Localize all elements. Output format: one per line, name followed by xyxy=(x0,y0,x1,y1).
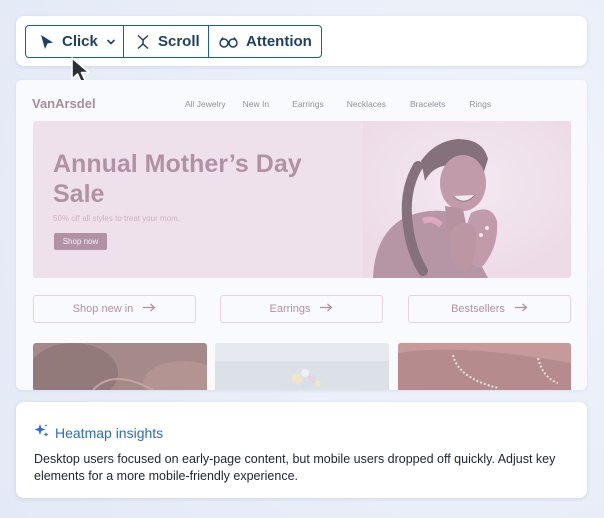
attention-mode-button[interactable]: Attention xyxy=(209,26,321,57)
nav-item-earrings[interactable]: Earrings xyxy=(292,99,324,109)
product-thumbnails xyxy=(33,343,571,390)
shop-new-in-button[interactable]: Shop new in xyxy=(33,295,196,323)
insights-header: Heatmap insights xyxy=(34,423,163,443)
click-mode-button[interactable]: Click xyxy=(26,26,124,57)
hero-banner: Annual Mother’s Day Sale 50% off all sty… xyxy=(33,121,571,278)
earrings-button[interactable]: Earrings xyxy=(220,295,383,323)
product-image-earrings[interactable] xyxy=(215,343,389,390)
heatmap-mode-toolbar: Click Scroll Attention xyxy=(16,16,587,66)
shop-now-button[interactable]: Shop now xyxy=(54,233,107,250)
nav-item-all-jewelry[interactable]: All Jewelry xyxy=(185,99,226,109)
category-links: Shop new in Earrings Bestsellers xyxy=(33,295,571,323)
sparkle-icon xyxy=(34,423,49,443)
attention-mode-label: Attention xyxy=(246,33,312,50)
nav-item-bracelets[interactable]: Bracelets xyxy=(410,99,445,109)
product-image-chain-necklace[interactable] xyxy=(398,343,571,390)
earrings-label: Earrings xyxy=(269,303,311,315)
hero-subtitle: 50% off all styles to treat your mom. xyxy=(53,214,181,223)
nav-item-necklaces[interactable]: Necklaces xyxy=(347,99,386,109)
hero-model-photo xyxy=(363,121,571,278)
shop-new-in-label: Shop new in xyxy=(72,303,134,315)
hero-title: Annual Mother’s Day Sale xyxy=(53,150,302,208)
arrow-right-icon xyxy=(143,303,156,315)
site-nav: All Jewelry New In Earrings Necklaces Br… xyxy=(185,99,491,109)
chevron-down-icon[interactable] xyxy=(106,38,116,46)
arrow-right-icon xyxy=(514,303,528,315)
cursor-arrow-icon xyxy=(40,34,54,50)
site-brand-logo: VanArsdel xyxy=(32,96,96,111)
heatmap-insights-card: Heatmap insights Desktop users focused o… xyxy=(16,402,587,498)
insights-title: Heatmap insights xyxy=(55,425,164,441)
scroll-arrows-icon xyxy=(136,34,150,50)
mode-segmented-control: Click Scroll Attention xyxy=(25,25,322,58)
arrow-right-icon xyxy=(320,303,333,315)
insights-body: Desktop users focused on early-page cont… xyxy=(34,452,556,483)
click-mode-label: Click xyxy=(62,33,98,50)
bestsellers-button[interactable]: Bestsellers xyxy=(408,295,571,323)
glasses-icon xyxy=(219,36,238,48)
website-preview: VanArsdel All Jewelry New In Earrings Ne… xyxy=(16,80,587,390)
scroll-mode-label: Scroll xyxy=(158,33,200,50)
scroll-mode-button[interactable]: Scroll xyxy=(124,26,209,57)
nav-item-new-in[interactable]: New In xyxy=(243,99,269,109)
bestsellers-label: Bestsellers xyxy=(451,303,505,315)
nav-item-rings[interactable]: Rings xyxy=(469,99,491,109)
product-image-necklace-model[interactable] xyxy=(33,343,207,390)
